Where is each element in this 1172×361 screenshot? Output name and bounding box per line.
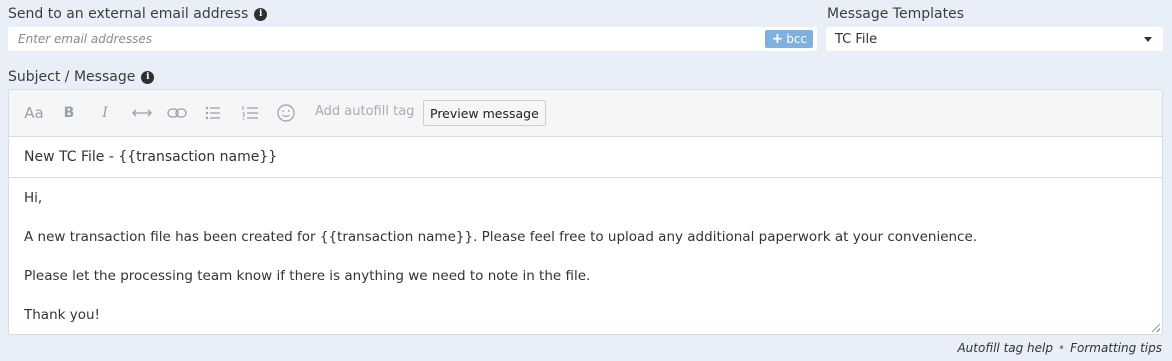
formatting-tips-link[interactable]: Formatting tips <box>1070 341 1162 355</box>
emoji-icon[interactable] <box>276 103 296 123</box>
email-label: Send to an external email address i <box>8 6 268 22</box>
numbered-list-icon[interactable] <box>240 103 260 123</box>
add-bcc-button[interactable]: + bcc <box>765 30 813 48</box>
footer-links: Autofill tag help • Formatting tips <box>957 341 1162 355</box>
message-editor: Aa B I Add autofill tag Preview message … <box>8 89 1163 335</box>
editor-toolbar: Aa B I Add autofill tag Preview message <box>9 90 1162 137</box>
subject-field[interactable] <box>9 137 1162 178</box>
bulleted-list-icon[interactable] <box>204 103 222 123</box>
resize-handle-icon[interactable] <box>1152 324 1160 332</box>
plus-icon: + <box>771 31 784 47</box>
add-autofill-tag-button[interactable]: Add autofill tag <box>315 104 414 119</box>
chevron-down-icon <box>1144 37 1152 42</box>
message-label-text: Subject / Message <box>8 69 136 85</box>
template-selected-value: TC File <box>835 31 878 47</box>
email-field[interactable]: + bcc <box>8 27 817 51</box>
bcc-label: bcc <box>786 32 807 46</box>
email-input[interactable] <box>8 27 748 51</box>
bold-icon[interactable]: B <box>61 103 77 123</box>
body-paragraph: A new transaction file has been created … <box>24 229 978 245</box>
templates-label-text: Message Templates <box>827 6 964 22</box>
font-size-icon[interactable]: Aa <box>23 103 45 123</box>
body-paragraph: Thank you! <box>24 307 100 323</box>
body-paragraph: Please let the processing team know if t… <box>24 268 591 284</box>
body-paragraph: Hi, <box>24 190 43 206</box>
message-label: Subject / Message i <box>8 69 155 85</box>
info-icon[interactable]: i <box>141 70 155 84</box>
separator: • <box>1058 341 1066 355</box>
horizontal-rule-icon[interactable] <box>131 103 153 123</box>
italic-icon[interactable]: I <box>97 103 113 123</box>
email-label-text: Send to an external email address <box>8 6 249 22</box>
template-select[interactable]: TC File <box>826 27 1163 51</box>
message-body[interactable]: Hi, A new transaction file has been crea… <box>9 178 1162 334</box>
templates-label: Message Templates <box>827 6 964 22</box>
subject-input[interactable] <box>9 137 1162 177</box>
link-icon[interactable] <box>166 103 188 123</box>
preview-message-button[interactable]: Preview message <box>423 100 546 126</box>
info-icon[interactable]: i <box>254 7 268 21</box>
autofill-tag-help-link[interactable]: Autofill tag help <box>957 341 1053 355</box>
